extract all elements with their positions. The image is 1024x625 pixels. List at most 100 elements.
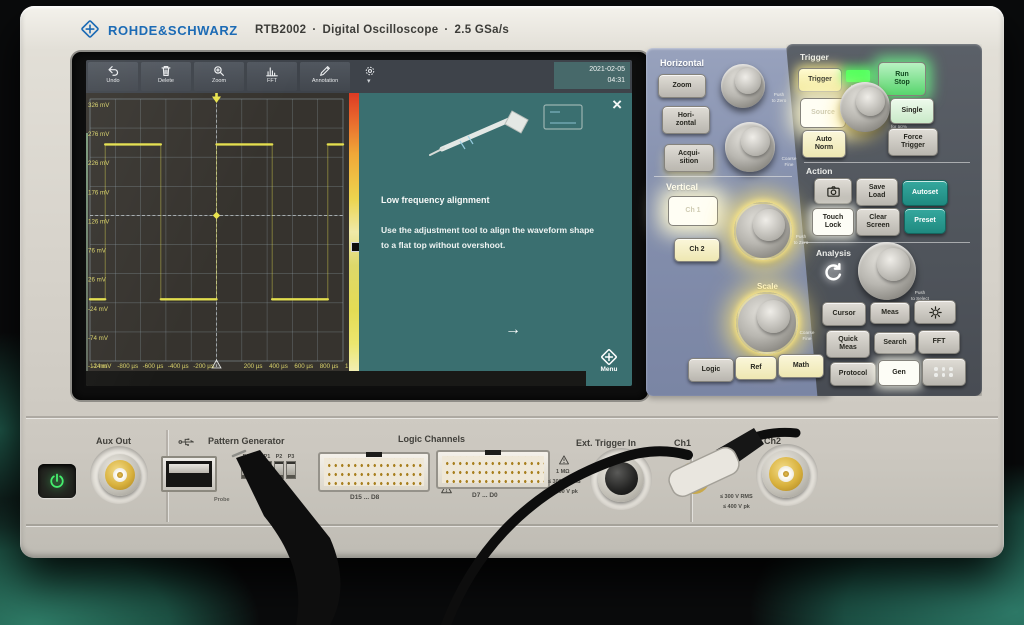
single-button[interactable]: Single bbox=[890, 98, 934, 124]
intensity-gradient-bar bbox=[349, 93, 359, 371]
svg-text:-800 µs: -800 µs bbox=[117, 363, 138, 370]
horizontal-position-knob[interactable] bbox=[721, 64, 765, 108]
display-settings-button[interactable] bbox=[914, 300, 956, 324]
touch-lock-button[interactable]: Touch Lock bbox=[812, 208, 854, 236]
horizontal-scale-knob[interactable] bbox=[725, 122, 775, 172]
waveform-display[interactable]: 326 mV276 mV226 mV176 mV126 mV76 mV26 mV… bbox=[86, 93, 349, 371]
back-arrow-icon[interactable] bbox=[822, 262, 844, 284]
ch-peak: ≤ 400 V pk bbox=[723, 503, 750, 511]
knob-hint: Push to Zero bbox=[766, 92, 792, 103]
gen-button[interactable]: Gen bbox=[878, 360, 920, 386]
ext-trigger-label: Ext. Trigger In bbox=[576, 438, 636, 448]
annotation-icon bbox=[318, 64, 332, 78]
toolbar-label: Annotation bbox=[300, 78, 350, 86]
toolbar-label: Zoom bbox=[194, 78, 244, 86]
backlight-bleed bbox=[86, 133, 88, 386]
svg-text:600 µs: 600 µs bbox=[294, 363, 313, 370]
trash-icon bbox=[159, 64, 173, 78]
analysis-section-title: Analysis bbox=[816, 248, 851, 258]
datetime-display: 2021-02-05 04:31 bbox=[554, 62, 630, 89]
search-button[interactable]: Search bbox=[874, 332, 916, 354]
svg-text:200 µs: 200 µs bbox=[244, 363, 263, 370]
save-load-button[interactable]: Save Load bbox=[856, 178, 898, 206]
toolbar-label: FFT bbox=[247, 78, 297, 86]
d7-d0-label: D7 ... D0 bbox=[472, 491, 498, 501]
vertical-position-knob[interactable] bbox=[734, 202, 792, 260]
horizontal-button[interactable]: Hori- zontal bbox=[662, 106, 710, 134]
auto-norm-button[interactable]: Auto Norm bbox=[802, 130, 846, 158]
pattern-pin-p0: P0 bbox=[238, 454, 254, 479]
svg-text:-24 mV: -24 mV bbox=[88, 306, 109, 313]
model-text: RTB2002 bbox=[255, 24, 306, 36]
action-section-title: Action bbox=[806, 166, 832, 176]
gear-icon[interactable] bbox=[364, 65, 376, 77]
screen-bottom-strip bbox=[86, 371, 632, 386]
svg-text:400 µs: 400 µs bbox=[269, 363, 288, 370]
fft-button[interactable]: FFT bbox=[918, 330, 960, 354]
trigger-level-knob[interactable] bbox=[840, 82, 890, 132]
trigger-source-button[interactable]: Source bbox=[800, 98, 846, 128]
svg-text:126 mV: 126 mV bbox=[88, 218, 110, 225]
quick-meas-button[interactable]: Quick Meas bbox=[826, 330, 870, 358]
protocol-button[interactable]: Protocol bbox=[830, 362, 876, 386]
force-trigger-button[interactable]: Force Trigger bbox=[888, 128, 938, 156]
svg-text:276 mV: 276 mV bbox=[88, 131, 110, 138]
preset-button[interactable]: Preset bbox=[904, 208, 946, 234]
close-icon[interactable]: × bbox=[612, 95, 622, 115]
ch2-button[interactable]: Ch 2 bbox=[674, 238, 720, 262]
ext-trigger-cap bbox=[605, 462, 638, 495]
aux-out-label: Aux Out bbox=[96, 436, 131, 446]
rate-text: 2.5 GSa/s bbox=[455, 24, 509, 36]
toolbar-fft-button[interactable]: FFT bbox=[247, 62, 297, 91]
demo1-label: Demo 1 bbox=[268, 486, 288, 494]
pattern-generator-label: Pattern Generator bbox=[208, 436, 285, 446]
chevron-down-icon[interactable]: ▾ bbox=[367, 77, 371, 85]
svg-text:-200 µs: -200 µs bbox=[193, 363, 214, 370]
apps-grid-icon bbox=[934, 367, 954, 377]
power-icon bbox=[48, 472, 66, 490]
undo-icon bbox=[106, 64, 120, 78]
next-arrow[interactable]: → bbox=[505, 321, 521, 339]
apps-button[interactable] bbox=[922, 358, 966, 386]
rs-menu-icon bbox=[600, 348, 618, 366]
menu-button[interactable]: Menu bbox=[586, 344, 632, 386]
clear-screen-button[interactable]: Clear Screen bbox=[856, 208, 900, 236]
ext-impedance: 1 MΩ bbox=[556, 468, 570, 476]
knob-hint: Coarse Fine bbox=[794, 330, 820, 341]
ch2-pin bbox=[783, 471, 789, 477]
meas-button[interactable]: Meas bbox=[870, 302, 910, 324]
power-button[interactable] bbox=[38, 464, 76, 498]
acquisition-button[interactable]: Acqui- sition bbox=[664, 144, 714, 172]
math-button[interactable]: Math bbox=[778, 354, 824, 378]
ref-button[interactable]: Ref bbox=[735, 356, 777, 380]
run-stop-button[interactable]: Run Stop bbox=[878, 62, 926, 96]
toolbar-zoom-button[interactable]: Zoom bbox=[194, 62, 244, 91]
ext-rms: ≤ 300 V RMS bbox=[548, 478, 581, 486]
toolbar-delete-button[interactable]: Delete bbox=[141, 62, 191, 91]
autoset-button[interactable]: Autoset bbox=[902, 180, 948, 206]
svg-text:26 mV: 26 mV bbox=[88, 277, 107, 284]
oscilloscope-device: ROHDE&SCHWARZ RTB2002·Digital Oscillosco… bbox=[20, 6, 1004, 558]
toolbar-undo-button[interactable]: Undo bbox=[88, 62, 138, 91]
toolbar-annotation-button[interactable]: Annotation bbox=[300, 62, 350, 91]
trigger-button[interactable]: Trigger bbox=[798, 68, 842, 92]
aux-out-pin bbox=[117, 472, 123, 478]
divider bbox=[654, 176, 792, 177]
usb-icon bbox=[178, 436, 196, 448]
cursor-button[interactable]: Cursor bbox=[822, 302, 866, 326]
pattern-generator-pins: P0P1P2P3 bbox=[238, 454, 308, 488]
ch-rms: ≤ 300 V RMS bbox=[720, 493, 753, 501]
zoom-button[interactable]: Zoom bbox=[658, 74, 706, 98]
date-text: 2021-02-05 bbox=[554, 65, 625, 76]
logic-button[interactable]: Logic bbox=[688, 358, 734, 382]
svg-text:326 mV: 326 mV bbox=[88, 102, 110, 109]
probe-illustration bbox=[404, 97, 594, 165]
separator: · bbox=[312, 24, 316, 36]
toolbar-label: Undo bbox=[88, 78, 138, 86]
screenshot-button[interactable] bbox=[814, 178, 852, 204]
svg-text:800 µs: 800 µs bbox=[320, 363, 339, 370]
probe-label: Probe bbox=[214, 496, 230, 504]
ch1-button[interactable]: Ch 1 bbox=[668, 196, 718, 226]
vertical-scale-knob[interactable] bbox=[736, 292, 798, 354]
screen-toolbar: UndoDeleteZoomFFTAnnotation ▾ 2021-02-05… bbox=[86, 60, 632, 93]
